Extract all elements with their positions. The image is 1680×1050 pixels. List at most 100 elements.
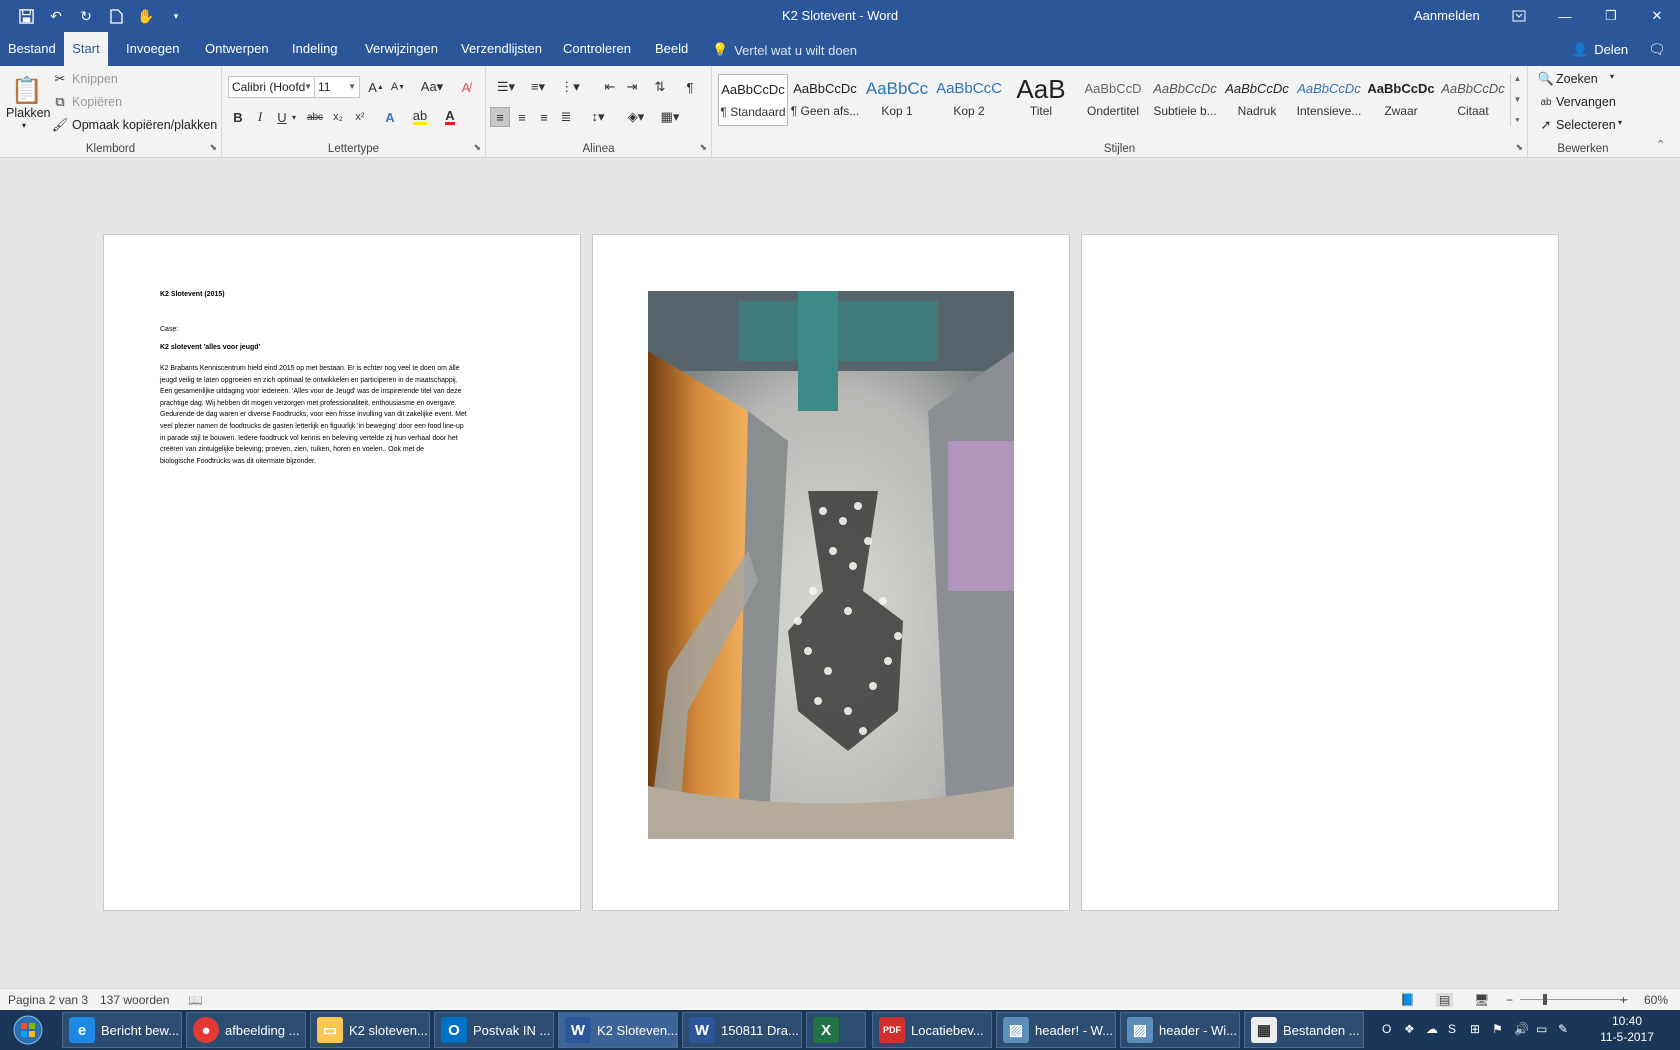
more-styles-icon[interactable]: ⯆	[1514, 116, 1520, 126]
paste-button[interactable]: Plakken	[6, 106, 50, 120]
tab-verzendlijsten[interactable]: Verzendlijsten	[457, 32, 546, 66]
italic-button[interactable]: I	[250, 107, 270, 127]
tab-start[interactable]: Start	[64, 32, 108, 66]
action-center-flag-icon[interactable]: ⚑	[1492, 1022, 1503, 1036]
tab-verwijzingen[interactable]: Verwijzingen	[361, 32, 442, 66]
comment-icon[interactable]: 🗨	[1648, 41, 1666, 58]
style-subtiele-benadrukking[interactable]: AaBbCcDc Subtiele b...	[1150, 74, 1220, 126]
format-painter-button[interactable]: Opmaak kopiëren/plakken	[72, 118, 217, 132]
select-cursor-icon[interactable]: ➚	[1538, 115, 1554, 135]
align-left-icon[interactable]: ≡	[490, 107, 510, 127]
grow-font-icon[interactable]: A ▲	[366, 77, 386, 97]
taskbar-item[interactable]: ▭ K2 sloteven...	[310, 1012, 430, 1048]
minimize-icon[interactable]: —	[1542, 0, 1588, 32]
signin-link[interactable]: Aanmelden	[1414, 8, 1480, 23]
bullets-icon[interactable]: ☰▾	[492, 77, 520, 97]
share-button[interactable]: 👤 Delen	[1572, 42, 1628, 58]
read-mode-icon[interactable]: 📘	[1400, 993, 1415, 1007]
shrink-font-icon[interactable]: A ▼	[388, 77, 408, 97]
style-kop-1[interactable]: AaBbCc Kop 1	[862, 74, 932, 126]
proofing-icon[interactable]: 📖	[188, 993, 203, 1007]
style-kop-2[interactable]: AaBbCcC Kop 2	[934, 74, 1004, 126]
clear-formatting-icon[interactable]: A̸	[456, 77, 476, 97]
style-geen-afstand[interactable]: AaBbCcDc ¶ Geen afs...	[790, 74, 860, 126]
event-photo[interactable]	[648, 291, 1014, 839]
close-icon[interactable]: ✕	[1634, 0, 1680, 32]
volume-icon[interactable]: 🔊	[1514, 1022, 1529, 1036]
copy-icon[interactable]: ⧉	[52, 92, 68, 112]
style-ondertitel[interactable]: AaBbCcD Ondertitel	[1078, 74, 1148, 126]
font-size-combo[interactable]: 11 ▼	[314, 76, 360, 98]
sort-icon[interactable]: ⇅	[650, 77, 670, 97]
replace-icon[interactable]: ab	[1538, 92, 1554, 112]
battery-icon[interactable]: ▭	[1536, 1022, 1547, 1036]
style-nadruk[interactable]: AaBbCcDc Nadruk	[1222, 74, 1292, 126]
page-3[interactable]	[1081, 234, 1559, 911]
document-area[interactable]: K2 Slotevent (2015) Case: K2 slotevent '…	[0, 158, 1680, 988]
numbering-icon[interactable]: ≡▾	[524, 77, 552, 97]
align-right-icon[interactable]: ≡	[534, 107, 554, 127]
subscript-icon[interactable]: x₂	[328, 107, 348, 127]
outlook-tray-icon[interactable]: O	[1382, 1022, 1391, 1036]
cut-icon[interactable]: ✂	[52, 69, 68, 89]
dropbox-icon[interactable]: ❖	[1404, 1022, 1415, 1036]
style-citaat[interactable]: AaBbCcDc Citaat	[1438, 74, 1508, 126]
multilevel-list-icon[interactable]: ⋮▾	[556, 77, 584, 97]
page-2[interactable]	[592, 234, 1070, 911]
tab-ontwerpen[interactable]: Ontwerpen	[201, 32, 273, 66]
style-standaard[interactable]: AaBbCcDc ¶ Standaard	[718, 74, 788, 126]
styles-gallery-scroll[interactable]: ▲ ▼ ⯆	[1510, 74, 1524, 126]
cut-button[interactable]: Knippen	[72, 72, 118, 86]
shading-icon[interactable]: ◈▾	[622, 107, 650, 127]
taskbar-item[interactable]: ● afbeelding ...	[186, 1012, 306, 1048]
font-color-icon[interactable]: A	[440, 107, 460, 127]
taskbar-item[interactable]: ▨ header - Wi...	[1120, 1012, 1240, 1048]
text-effects-icon[interactable]: A	[380, 107, 400, 127]
taskbar-clock[interactable]: 10:40 11-5-2017	[1594, 1013, 1660, 1045]
taskbar-item[interactable]: O Postvak IN ...	[434, 1012, 554, 1048]
collapse-ribbon-icon[interactable]: ⌃	[1656, 138, 1665, 151]
paste-icon[interactable]: 📋	[11, 72, 43, 108]
justify-icon[interactable]: ≣	[556, 107, 576, 127]
tab-controleren[interactable]: Controleren	[559, 32, 635, 66]
line-spacing-icon[interactable]: ↕▾	[584, 107, 612, 127]
styles-launcher-icon[interactable]: ⬊	[1515, 142, 1523, 153]
style-titel[interactable]: AaB Titel	[1006, 74, 1076, 126]
chevron-down-icon[interactable]: ▼	[1514, 95, 1522, 104]
taskbar-item[interactable]: ▨ header! - W...	[996, 1012, 1116, 1048]
paste-dropdown-icon[interactable]: ▾	[22, 121, 26, 130]
font-name-combo[interactable]: Calibri (Hoofd ▼	[228, 76, 316, 98]
start-button[interactable]	[0, 1010, 56, 1050]
search-icon[interactable]: 🔍	[1538, 69, 1554, 89]
format-painter-icon[interactable]: 🖌	[52, 115, 69, 135]
superscript-icon[interactable]: x²	[350, 107, 370, 127]
style-zwaar[interactable]: AaBbCcDc Zwaar	[1366, 74, 1436, 126]
taskbar-item[interactable]: ▦ Bestanden ...	[1244, 1012, 1364, 1048]
decrease-indent-icon[interactable]: ⇤	[600, 77, 620, 97]
onedrive-icon[interactable]: ☁	[1426, 1022, 1438, 1036]
zoom-slider[interactable]	[1520, 999, 1628, 1000]
copy-button[interactable]: Kopiëren	[72, 95, 122, 109]
taskbar-item[interactable]: PDF Locatiebev...	[872, 1012, 992, 1048]
skype-icon[interactable]: S	[1448, 1022, 1456, 1036]
borders-icon[interactable]: ▦▾	[656, 107, 684, 127]
increase-indent-icon[interactable]: ⇥	[622, 77, 642, 97]
zoom-thumb[interactable]	[1543, 994, 1547, 1005]
chevron-up-icon[interactable]: ▲	[1514, 74, 1522, 83]
find-button[interactable]: Zoeken	[1556, 72, 1598, 86]
tab-bestand[interactable]: Bestand	[4, 32, 60, 66]
highlight-icon[interactable]: ab	[410, 107, 430, 127]
ribbon-display-options-icon[interactable]	[1496, 0, 1542, 32]
paragraph-launcher-icon[interactable]: ⬊	[699, 142, 707, 153]
select-dropdown-icon[interactable]: ▾	[1618, 118, 1622, 127]
word-count[interactable]: 137 woorden	[100, 993, 169, 1007]
align-center-icon[interactable]: ≡	[512, 107, 532, 127]
restore-icon[interactable]: ❐	[1588, 0, 1634, 32]
zoom-level[interactable]: 60%	[1644, 993, 1668, 1007]
bold-button[interactable]: B	[228, 107, 248, 127]
app-tray-icon[interactable]: ✎	[1558, 1022, 1568, 1036]
page-count[interactable]: Pagina 2 van 3	[8, 993, 88, 1007]
zoom-in-icon[interactable]: +	[1620, 993, 1627, 1007]
web-layout-icon[interactable]: 🖥	[1474, 993, 1489, 1007]
print-layout-icon[interactable]: ▤	[1436, 993, 1454, 1007]
